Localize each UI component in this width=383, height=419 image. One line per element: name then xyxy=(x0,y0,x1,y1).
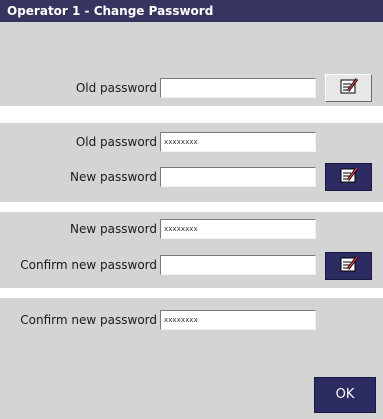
confirm-password-field[interactable]: xxxxxxxx xyxy=(160,310,316,330)
old-password-label: Old password xyxy=(75,135,157,149)
edit-old-password-button[interactable] xyxy=(325,74,372,102)
confirm-password-label: Confirm new password xyxy=(20,313,157,327)
confirm-password-label: Confirm new password xyxy=(20,258,157,272)
old-password-field[interactable]: xxxxxxxx xyxy=(160,132,316,152)
step-old-password-panel: Old password xyxy=(0,22,383,106)
confirm-password-field[interactable] xyxy=(160,255,316,275)
step-submit-panel: Confirm new password xxxxxxxx OK xyxy=(0,298,383,419)
edit-note-icon xyxy=(339,255,359,277)
old-password-field[interactable] xyxy=(160,78,316,98)
new-password-field[interactable] xyxy=(160,167,316,187)
window-title: Operator 1 - Change Password xyxy=(0,0,383,22)
edit-new-password-button[interactable] xyxy=(325,163,372,191)
step-new-password-panel: Old password xxxxxxxx New password xyxy=(0,123,383,202)
new-password-label: New password xyxy=(70,170,157,184)
edit-note-icon xyxy=(339,166,359,188)
ok-button[interactable]: OK xyxy=(314,377,376,413)
new-password-field[interactable]: xxxxxxxx xyxy=(160,219,316,239)
step-confirm-password-panel: New password xxxxxxxx Confirm new passwo… xyxy=(0,212,383,288)
new-password-label: New password xyxy=(70,222,157,236)
edit-confirm-password-button[interactable] xyxy=(325,252,372,280)
edit-note-icon xyxy=(339,77,359,99)
old-password-label: Old password xyxy=(75,81,157,95)
